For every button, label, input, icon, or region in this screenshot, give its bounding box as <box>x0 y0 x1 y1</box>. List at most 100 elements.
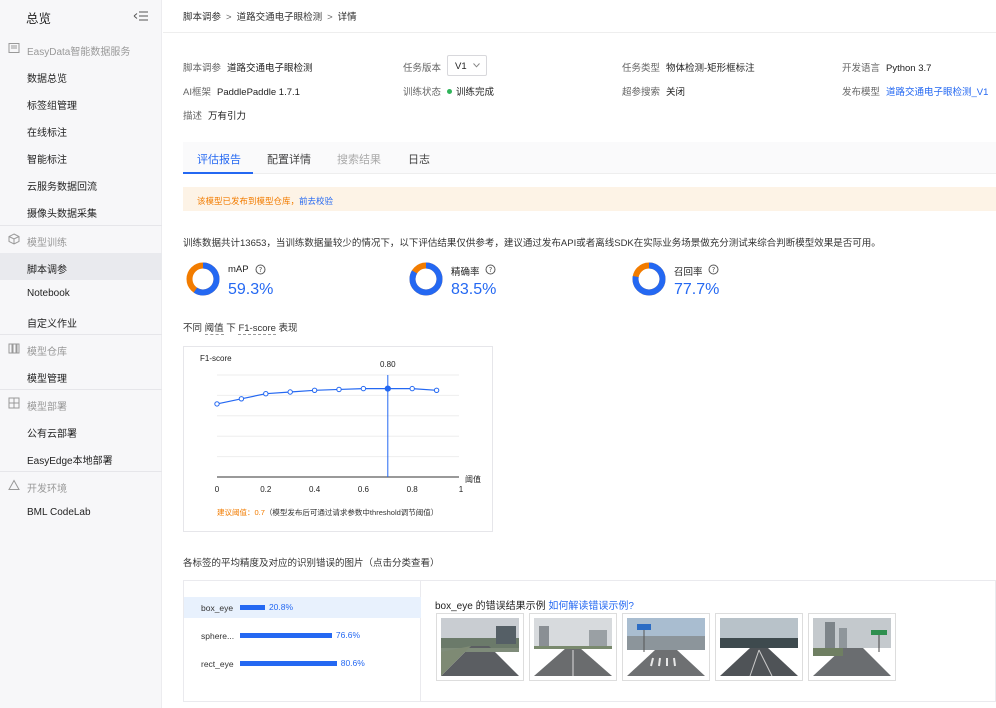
chart-data-point[interactable] <box>311 387 318 393</box>
label-row-sphere[interactable]: sphere... 76.6% <box>184 625 421 646</box>
data-service-icon <box>8 43 20 53</box>
sidebar-item-custom-job[interactable]: 自定义作业 <box>0 307 162 334</box>
chart-data-point[interactable] <box>360 385 367 392</box>
tab-bar: 评估报告 配置详情 搜索结果 日志 <box>183 142 996 174</box>
sidebar-item-data-overview[interactable]: 数据总览 <box>0 62 162 89</box>
chart-data-point[interactable] <box>238 396 245 402</box>
info-label: AI框架 <box>183 87 211 98</box>
sidebar-item-script-tuning[interactable]: 脚本调参 <box>0 253 162 280</box>
info-label: 任务版本 <box>403 63 442 74</box>
breadcrumb-current: 详情 <box>337 12 357 23</box>
notice-text: 该模型已发布到模型仓库， <box>197 196 300 206</box>
header-divider <box>163 32 996 33</box>
sidebar-item-cloud-deploy[interactable]: 公有云部署 <box>0 417 162 444</box>
f1-score-term[interactable]: F1-score <box>238 323 276 335</box>
label-precision-bar <box>240 605 265 610</box>
sidebar-group-dev-env: 开发环境 <box>0 472 162 499</box>
breadcrumb: 脚本调参 > 道路交通电子眼检测 > 详情 <box>183 12 357 23</box>
sidebar-item-smart-annotation[interactable]: 智能标注 <box>0 143 162 170</box>
metric-recall: 召回率 ? 77.7% <box>632 262 782 300</box>
sidebar-group-label: 模型训练 <box>27 238 67 249</box>
info-publish-model: 发布模型 道路交通电子眼检测_V1 <box>842 84 988 98</box>
version-select[interactable]: V1 <box>447 55 487 76</box>
metric-value: 59.3% <box>228 281 274 298</box>
sidebar-item-label: EasyEdge本地部署 <box>27 456 113 467</box>
chart-data-point[interactable] <box>433 387 440 393</box>
chart-data-point[interactable] <box>263 391 269 397</box>
breadcrumb-link-script-tuning[interactable]: 脚本调参 <box>183 12 221 23</box>
sidebar-item-label: 公有云部署 <box>27 429 77 440</box>
donut-chart-icon <box>409 262 443 296</box>
label-precision-bar <box>240 633 332 638</box>
label-accuracy-title: 各标签的平均精度及对应的识别错误的图片（点击分类查看） <box>183 558 440 569</box>
chart-data-point[interactable] <box>409 385 415 392</box>
sidebar-group-label: EasyData智能数据服务 <box>27 47 131 58</box>
chart-data-point[interactable] <box>384 385 391 392</box>
tab-eval-report[interactable]: 评估报告 <box>197 151 241 167</box>
label-name: rect_eye <box>201 659 234 669</box>
f1-chart: F1-score 0 0.2 0.4 0.6 0.8 1 0.80 阈值 <box>200 354 481 494</box>
info-script: 脚本调参 道路交通电子眼检测 <box>183 60 313 74</box>
help-icon[interactable]: ? <box>708 264 719 275</box>
sidebar-header: 总览 <box>0 0 162 32</box>
info-label: 脚本调参 <box>183 63 222 74</box>
sidebar-item-label: 智能标注 <box>27 155 67 166</box>
f1-title-text: 不同 <box>183 323 205 334</box>
info-value: 道路交通电子眼检测 <box>227 63 313 74</box>
f1-title-text: 表现 <box>275 323 298 334</box>
help-icon[interactable]: ? <box>485 264 496 275</box>
label-row-box-eye[interactable]: box_eye 20.8% <box>184 597 421 618</box>
sidebar-item-model-management[interactable]: 模型管理 <box>0 362 162 389</box>
sidebar-item-easyedge-deploy[interactable]: EasyEdge本地部署 <box>0 444 162 471</box>
donut-chart-icon <box>632 262 666 296</box>
tab-logs[interactable]: 日志 <box>408 151 430 167</box>
info-status: 训练状态 训练完成 <box>403 84 494 98</box>
notice-banner: 该模型已发布到模型仓库， 前去校验 <box>183 187 996 211</box>
sidebar-group-easydata: EasyData智能数据服务 <box>0 35 162 62</box>
info-framework: AI框架 PaddlePaddle 1.7.1 <box>183 84 300 98</box>
label-row-rect-eye[interactable]: rect_eye 80.6% <box>184 653 421 674</box>
help-icon[interactable]: ? <box>255 264 266 275</box>
error-example-thumbnail[interactable] <box>715 613 803 681</box>
breadcrumb-link-task[interactable]: 道路交通电子眼检测 <box>237 12 323 23</box>
chart-x-tick-label: 0 <box>215 485 220 494</box>
status-dot <box>447 88 453 94</box>
sidebar-item-online-annotation[interactable]: 在线标注 <box>0 116 162 143</box>
error-example-thumbnail[interactable] <box>529 613 617 681</box>
notice-link[interactable]: 前去校验 <box>299 195 333 207</box>
metric-name: 精确率 <box>451 267 480 278</box>
metric-value: 77.7% <box>674 281 720 298</box>
evaluation-summary: 训练数据共计13653，当训练数据量较少的情况下，以下评估结果仅供参考，建议通过… <box>183 238 881 249</box>
error-example-thumbnail[interactable] <box>622 613 710 681</box>
sidebar-item-camera-collection[interactable]: 摄像头数据采集 <box>0 197 162 224</box>
info-task-type: 任务类型 物体检测-矩形框标注 <box>622 60 755 74</box>
metric-name: 召回率 <box>674 267 703 278</box>
tab-config-details[interactable]: 配置详情 <box>267 151 311 167</box>
error-example-thumbnail[interactable] <box>808 613 896 681</box>
sidebar-item-notebook[interactable]: Notebook <box>0 280 162 307</box>
sidebar-group-training: 模型训练 <box>0 226 162 253</box>
chart-data-point[interactable] <box>214 401 220 407</box>
publish-model-link[interactable]: 道路交通电子眼检测_V1 <box>886 87 988 98</box>
sidebar-item-label-groups[interactable]: 标签组管理 <box>0 89 162 116</box>
chart-data-point[interactable] <box>336 386 342 393</box>
label-precision-value: 20.8% <box>268 602 294 612</box>
label-name: sphere... <box>201 631 235 641</box>
how-to-read-link[interactable]: 如何解读错误示例? <box>548 601 634 612</box>
collapse-menu-icon[interactable] <box>133 9 149 23</box>
suggest-value: 0.7 <box>254 508 265 517</box>
sidebar-item-label: 数据总览 <box>27 74 67 85</box>
sidebar-item-label: 模型管理 <box>27 374 67 385</box>
sidebar-group-label: 模型仓库 <box>27 347 67 358</box>
label-error-panel: box_eye 20.8% sphere... 76.6% rect_eye 8… <box>183 580 996 702</box>
chart-data-point[interactable] <box>287 389 293 395</box>
chart-x-tick-label: 1 <box>459 485 464 494</box>
label-precision-value: 80.6% <box>340 658 365 668</box>
error-example-thumbnail[interactable] <box>436 613 524 681</box>
sidebar-item-codelab[interactable]: BML CodeLab <box>0 499 162 526</box>
chart-x-tick-label: 0.2 <box>260 485 272 494</box>
svg-text:?: ? <box>712 266 716 274</box>
info-value: Python 3.7 <box>886 63 932 74</box>
sidebar-item-cloud-backflow[interactable]: 云服务数据回流 <box>0 170 162 197</box>
threshold-term[interactable]: 阈值 <box>204 323 224 335</box>
